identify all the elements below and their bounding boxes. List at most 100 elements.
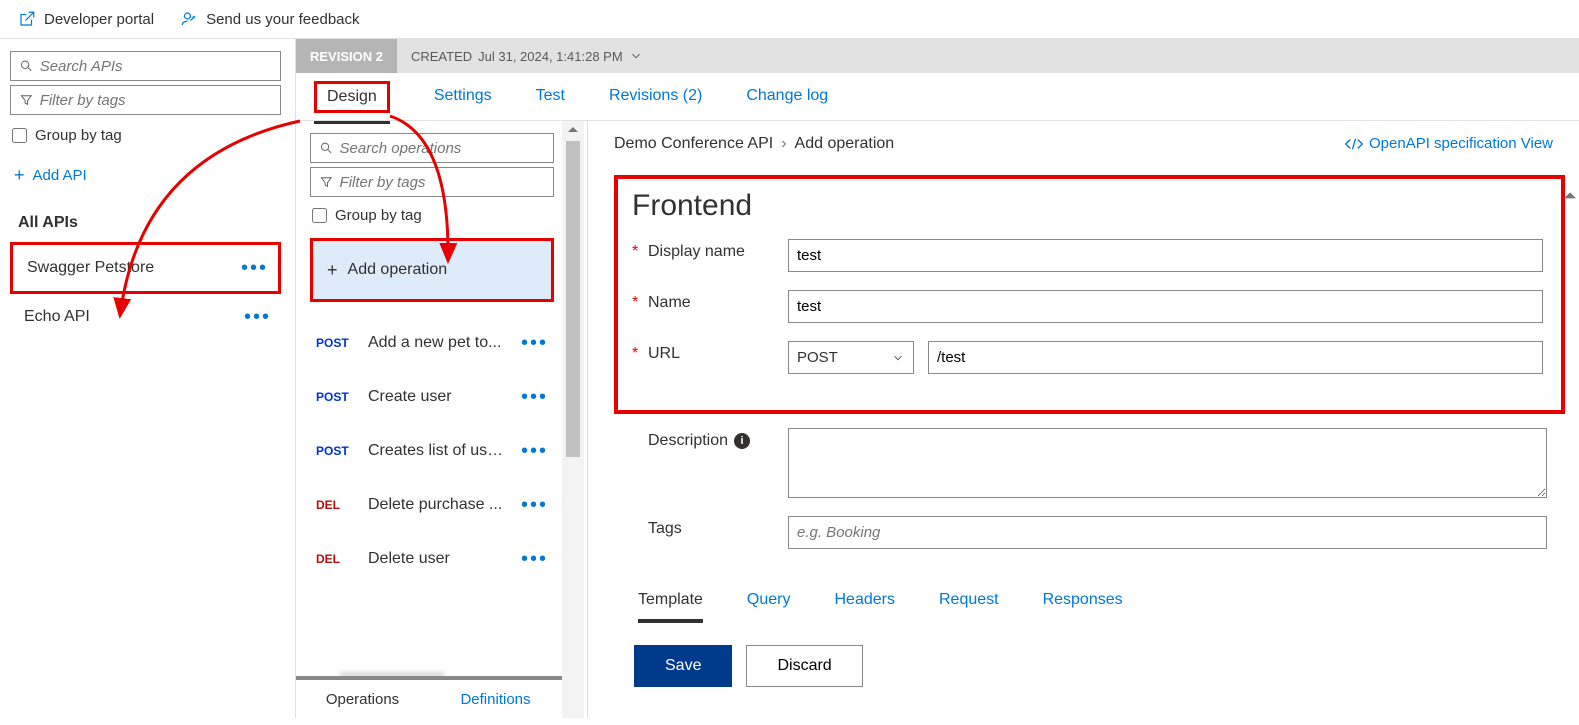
operation-menu-icon[interactable]: ••• [521,500,548,510]
scroll-up-icon[interactable] [562,121,584,139]
filter-operations-input[interactable] [340,174,545,191]
feedback-link[interactable]: Send us your feedback [180,10,359,28]
filter-icon [19,92,34,108]
group-by-tag-checkbox[interactable] [12,128,27,143]
chevron-down-icon [891,351,905,365]
required-indicator [632,516,648,538]
operation-menu-icon[interactable]: ••• [521,446,548,456]
search-apis-input[interactable] [40,58,272,75]
url-row: * URL POST [632,341,1543,374]
subtab-responses[interactable]: Responses [1043,591,1123,623]
operation-method: POST [316,336,356,350]
button-row: Save Discard [632,623,1547,687]
name-input[interactable] [788,290,1543,323]
developer-portal-link[interactable]: Developer portal [18,10,154,28]
filter-apis-box[interactable] [10,85,281,115]
ops-tab-definitions[interactable]: Definitions [429,680,562,718]
frontend-subtabs: Template Query Headers Request Responses [632,567,1547,623]
revision-label[interactable]: REVISION 2 [296,39,397,73]
subtab-request[interactable]: Request [939,591,999,623]
feedback-icon [180,10,198,28]
api-item-menu-icon[interactable]: ••• [244,312,271,322]
search-icon [319,140,334,156]
add-api-button[interactable]: + Add API [10,160,281,208]
subtab-template[interactable]: Template [638,591,703,623]
description-textarea[interactable] [788,428,1547,498]
all-apis-heading[interactable]: All APIs [10,208,281,242]
main-panel: REVISION 2 CREATED Jul 31, 2024, 1:41:28… [296,39,1579,718]
frontend-section: Frontend * Display name * Name * URL [614,175,1565,414]
operation-row[interactable]: POST Creates list of use... ••• [310,424,554,478]
filter-apis-input[interactable] [40,92,272,109]
subtab-query[interactable]: Query [747,591,791,623]
description-row: Description i [632,428,1547,498]
api-item-echo-api[interactable]: Echo API ••• [10,294,281,340]
display-name-input[interactable] [788,239,1543,272]
openapi-spec-link[interactable]: OpenAPI specification View [1345,135,1553,152]
search-operations-box[interactable] [310,133,554,163]
add-operation-label: Add operation [348,261,448,279]
tab-changelog[interactable]: Change log [746,87,828,117]
description-label: Description i [648,428,788,450]
ops-group-by-tag-row[interactable]: Group by tag [310,201,554,234]
add-operation-button[interactable]: + Add operation [310,238,554,302]
tab-design[interactable]: Design [314,81,390,113]
add-api-label: Add API [33,167,87,184]
required-indicator: * [632,239,648,261]
ops-group-by-tag-checkbox[interactable] [312,208,327,223]
subtab-headers[interactable]: Headers [835,591,895,623]
tab-settings[interactable]: Settings [434,87,492,117]
tab-test[interactable]: Test [536,87,565,117]
group-by-tag-label: Group by tag [35,127,122,144]
ops-scrollbar[interactable] [562,121,584,718]
top-bar: Developer portal Send us your feedback [0,0,1579,39]
url-method-select[interactable]: POST [788,341,914,374]
operation-name: Creates list of use... [368,442,509,460]
operation-name: Create user [368,388,509,406]
api-item-menu-icon[interactable]: ••• [241,263,268,273]
name-label: Name [648,290,788,312]
ops-tab-operations[interactable]: Operations [296,680,429,718]
tab-revisions[interactable]: Revisions (2) [609,87,702,117]
operation-menu-icon[interactable]: ••• [521,338,548,348]
operation-row[interactable]: DEL Delete purchase ... ••• [310,478,554,532]
info-icon[interactable]: i [734,433,750,449]
required-indicator [632,428,648,450]
operation-name: Delete user [368,550,509,568]
operation-name: Delete purchase ... [368,496,509,514]
search-operations-input[interactable] [340,140,545,157]
api-item-swagger-petstore[interactable]: Swagger Petstore ••• [10,242,281,294]
tags-input[interactable] [788,516,1547,549]
details-scroll-up-icon[interactable] [1561,181,1579,211]
discard-button[interactable]: Discard [746,645,862,687]
operation-row[interactable]: POST Add a new pet to... ••• [310,316,554,370]
display-name-row: * Display name [632,239,1543,272]
operation-menu-icon[interactable]: ••• [521,392,548,402]
plus-icon: + [14,166,25,184]
frontend-title: Frontend [632,189,1543,223]
ops-group-by-tag-label: Group by tag [335,207,422,224]
code-icon [1345,137,1363,151]
search-apis-box[interactable] [10,51,281,81]
operation-row[interactable]: POST Create user ••• [310,370,554,424]
operation-row[interactable]: DEL Delete user ••• [310,532,554,586]
api-sidebar: Group by tag + Add API All APIs Swagger … [0,39,296,718]
breadcrumb-page: Add operation [795,135,895,153]
url-method-value: POST [797,349,838,366]
url-path-input[interactable] [928,341,1543,374]
main-tabs: Design Settings Test Revisions (2) Chang… [296,73,1579,121]
openapi-spec-label: OpenAPI specification View [1369,135,1553,152]
revision-created-prefix: CREATED [411,49,472,64]
scroll-thumb[interactable] [566,141,580,457]
operation-name: Add a new pet to... [368,334,509,352]
save-button[interactable]: Save [634,645,732,687]
breadcrumb-api[interactable]: Demo Conference API [614,135,773,153]
description-label-text: Description [648,432,728,450]
tags-label: Tags [648,516,788,538]
operation-menu-icon[interactable]: ••• [521,554,548,564]
revision-created[interactable]: CREATED Jul 31, 2024, 1:41:28 PM [397,49,657,64]
group-by-tag-checkbox-row[interactable]: Group by tag [10,119,281,160]
filter-operations-box[interactable] [310,167,554,197]
external-link-icon [18,10,36,28]
api-item-label: Echo API [24,308,90,326]
